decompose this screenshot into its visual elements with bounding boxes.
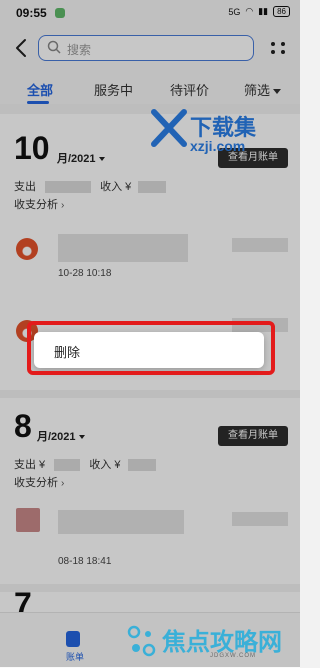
transaction-date: 10-28 10:18 bbox=[58, 268, 112, 279]
notification-icon bbox=[55, 8, 65, 18]
network-label: 5G bbox=[228, 6, 241, 17]
tab-all[interactable]: 全部 bbox=[27, 80, 53, 99]
merchant-logo bbox=[16, 238, 38, 260]
active-tab-indicator bbox=[27, 101, 49, 104]
context-menu: 删除 bbox=[34, 332, 264, 368]
chevron-right-icon: › bbox=[61, 200, 65, 211]
wifi-icon: ◠ bbox=[245, 6, 254, 16]
blurred-amount bbox=[138, 181, 167, 194]
status-bar: 09:55 5G ◠ ▮▮ 86 bbox=[0, 0, 300, 26]
blurred-amount bbox=[232, 512, 288, 526]
chevron-down-icon bbox=[98, 157, 105, 162]
chevron-right-icon: › bbox=[61, 478, 65, 489]
search-icon bbox=[47, 40, 61, 54]
search-placeholder: 搜索 bbox=[67, 43, 92, 57]
year-month-label: 月/2021 bbox=[37, 431, 76, 443]
watermark-logo-icon bbox=[127, 625, 156, 657]
transaction-row[interactable]: 10-28 10:18 bbox=[0, 218, 300, 284]
bottom-nav-bills[interactable]: 账单 bbox=[66, 650, 84, 663]
merchant-logo bbox=[16, 508, 40, 532]
income-expense-analysis-link[interactable]: 收支分析 › bbox=[14, 196, 64, 212]
top-bar: 搜索 bbox=[0, 26, 300, 74]
view-monthly-bill-button[interactable]: 查看月账单 bbox=[218, 426, 288, 446]
analysis-label: 收支分析 bbox=[14, 199, 58, 211]
blurred-merchant bbox=[58, 234, 188, 262]
income-expense-analysis-link[interactable]: 收支分析 › bbox=[14, 474, 64, 490]
watermark-url: xzji.com bbox=[190, 138, 246, 154]
more-icon[interactable] bbox=[268, 40, 288, 56]
back-icon[interactable] bbox=[10, 36, 34, 60]
year-month-selector[interactable]: 月/2021 bbox=[37, 428, 85, 444]
watermark-logo-icon bbox=[151, 109, 187, 147]
bill-icon[interactable] bbox=[66, 631, 80, 647]
year-month-selector[interactable]: 月/2021 bbox=[57, 150, 105, 166]
filter-label: 筛选 bbox=[244, 83, 271, 98]
tab-bar: 全部 服务中 待评价 筛选 bbox=[0, 74, 300, 104]
tab-in-service[interactable]: 服务中 bbox=[94, 80, 133, 99]
blurred-amount bbox=[45, 181, 92, 194]
blurred-amount bbox=[54, 459, 81, 472]
delete-menu-item[interactable]: 删除 bbox=[54, 342, 80, 361]
status-time: 09:55 bbox=[16, 6, 47, 20]
chevron-down-icon bbox=[78, 435, 85, 440]
month-summary: 支出 收入 ¥ bbox=[14, 178, 167, 194]
watermark-bottom-url: JDGXW.COM bbox=[210, 653, 256, 659]
month-card-august: 8 月/2021 查看月账单 支出 ¥ 收入 ¥ 收支分析 › 08-18 18:… bbox=[0, 398, 300, 584]
expense-label: 支出 ¥ bbox=[14, 459, 46, 471]
blurred-amount bbox=[127, 459, 156, 472]
tab-filter[interactable]: 筛选 bbox=[244, 80, 282, 99]
chevron-down-icon bbox=[273, 89, 282, 95]
year-month-label: 月/2021 bbox=[57, 153, 96, 165]
income-label: 收入 ¥ bbox=[100, 181, 132, 193]
blurred-amount bbox=[232, 318, 288, 332]
tab-to-review[interactable]: 待评价 bbox=[170, 80, 209, 99]
month-number: 10 bbox=[14, 130, 50, 166]
battery-icon: 86 bbox=[273, 6, 290, 17]
signal-icon: ▮▮ bbox=[258, 6, 269, 16]
month-summary: 支出 ¥ 收入 ¥ bbox=[14, 456, 156, 472]
blurred-merchant bbox=[58, 510, 184, 534]
transaction-date: 08-18 18:41 bbox=[58, 556, 112, 567]
blurred-amount bbox=[232, 238, 288, 252]
expense-label: 支出 bbox=[14, 181, 36, 193]
analysis-label: 收支分析 bbox=[14, 477, 58, 489]
search-input[interactable]: 搜索 bbox=[38, 35, 254, 61]
status-icons: 5G ◠ ▮▮ 86 bbox=[228, 6, 290, 17]
transaction-row[interactable]: 08-18 18:41 bbox=[0, 498, 300, 567]
income-label: 收入 ¥ bbox=[89, 459, 121, 471]
month-number: 8 bbox=[14, 408, 32, 444]
watermark-bottom-title: 焦点攻略网 bbox=[162, 629, 282, 656]
